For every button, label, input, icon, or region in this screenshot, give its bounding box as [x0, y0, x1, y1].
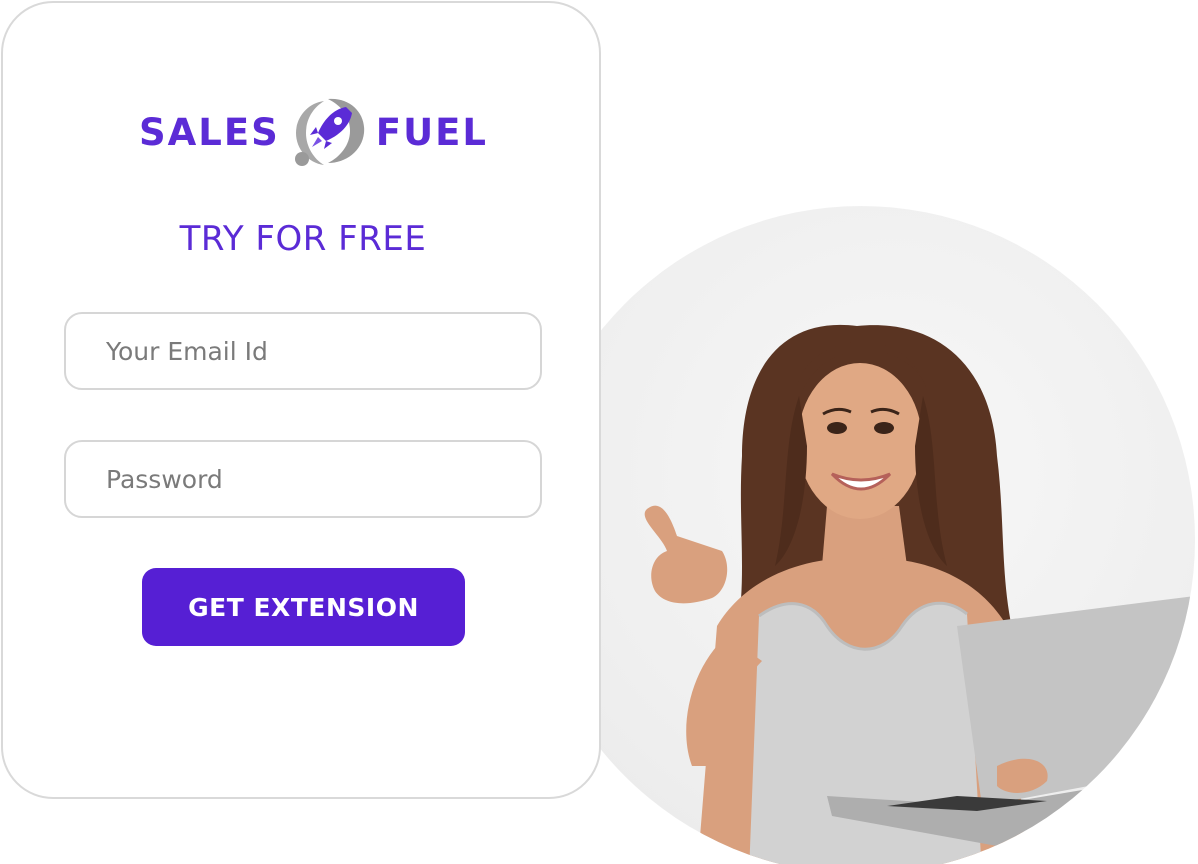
logo-word-left: SALES	[139, 110, 280, 154]
brand-logo[interactable]: SALES FUEL	[139, 93, 486, 171]
logo-word-right: FUEL	[375, 110, 488, 154]
page: SALES FUEL TRY FOR FREE GET EXTENSION	[0, 0, 1198, 864]
rocket-icon	[294, 98, 364, 166]
hero-photo	[527, 206, 1195, 864]
signup-card: SALES FUEL TRY FOR FREE GET EXTENSION	[1, 1, 601, 799]
form-title: TRY FOR FREE	[179, 219, 427, 259]
email-input[interactable]	[64, 312, 542, 390]
get-extension-button[interactable]: GET EXTENSION	[142, 568, 465, 646]
password-input[interactable]	[64, 440, 542, 518]
